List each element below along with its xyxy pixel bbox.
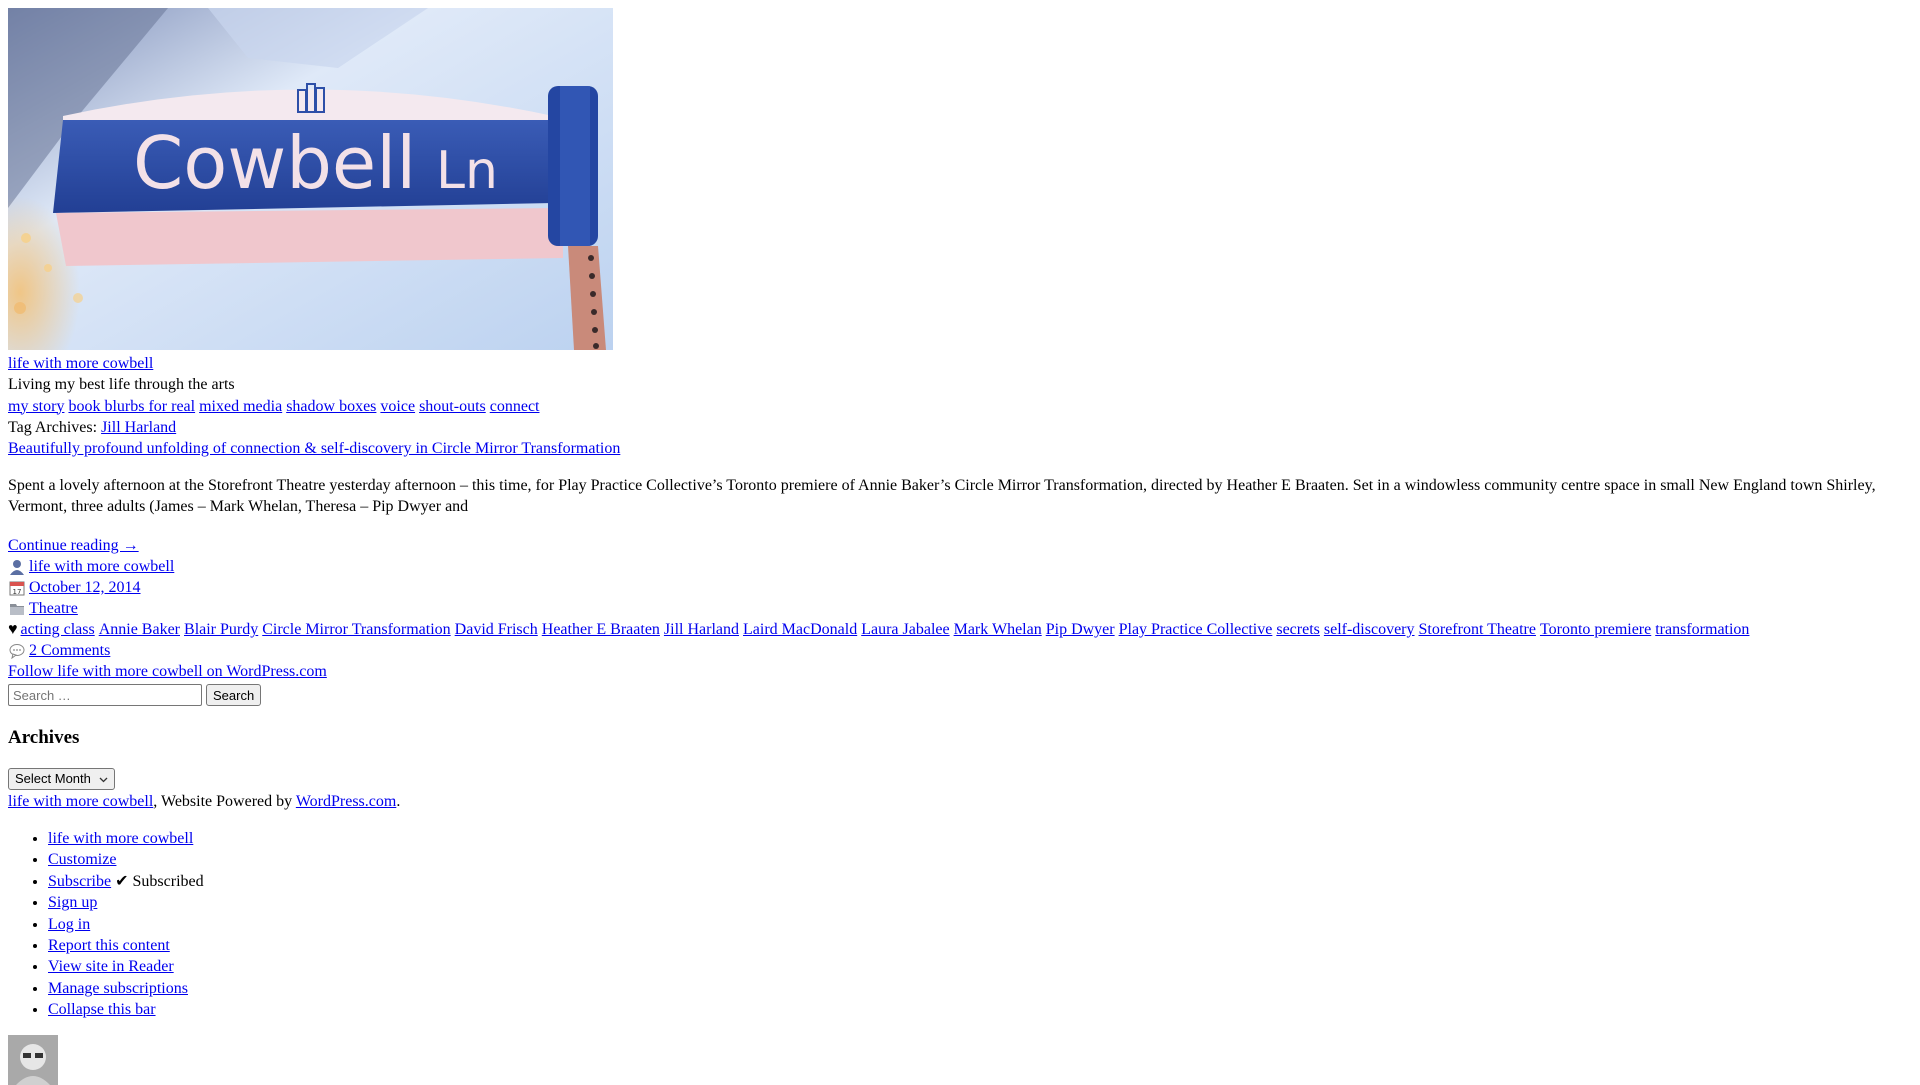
tag-link[interactable]: Heather E Braaten: [542, 621, 660, 638]
calendar-icon: 17: [8, 579, 26, 597]
archives-select[interactable]: Select Month: [8, 767, 115, 790]
speech-bubble-icon: [8, 642, 26, 660]
admin-bar-signup-link[interactable]: Sign up: [48, 894, 97, 911]
subscribed-label: ✔ Subscribed: [115, 872, 204, 890]
admin-bar-login-link[interactable]: Log in: [48, 916, 90, 933]
admin-bar-manage-link[interactable]: Manage subscriptions: [48, 980, 188, 997]
tag-link[interactable]: Annie Baker: [99, 621, 180, 638]
post-tags-row: ♥ acting class Annie Baker Blair Purdy Circ…: [8, 619, 1908, 640]
tag-link[interactable]: secrets: [1276, 621, 1320, 638]
archives-heading: Archives: [8, 727, 80, 749]
admin-bar-report-link[interactable]: Report this content: [48, 937, 170, 954]
nav-item-shadow-boxes[interactable]: shadow boxes: [286, 398, 376, 415]
admin-bar-site-link[interactable]: life with more cowbell: [48, 830, 193, 847]
post-date-link[interactable]: October 12, 2014: [29, 577, 141, 598]
admin-bar-item-site: life with more cowbell: [48, 828, 1908, 849]
archive-heading: Tag Archives: Jill Harland: [8, 417, 1908, 438]
nav-item-voice[interactable]: voice: [380, 398, 415, 415]
admin-bar-item-subscribe: Subscribe ✔ Subscribed: [48, 871, 1908, 892]
sign-text-main: Cowbell: [133, 121, 416, 205]
tag-link[interactable]: David Frisch: [455, 621, 538, 638]
archive-prefix: Tag Archives:: [8, 418, 98, 436]
post-author-link[interactable]: life with more cowbell: [29, 556, 174, 577]
archive-tag-link[interactable]: Jill Harland: [101, 419, 176, 436]
tag-link[interactable]: Jill Harland: [664, 621, 739, 638]
archives-select-value: Select Month: [15, 771, 91, 787]
header-image: Cowbell Ln: [8, 8, 613, 350]
admin-bar-collapse-link[interactable]: Collapse this bar: [48, 1001, 156, 1018]
tag-link[interactable]: Blair Purdy: [184, 621, 258, 638]
admin-bar-reader-link[interactable]: View site in Reader: [48, 958, 174, 975]
tag-link[interactable]: Pip Dwyer: [1046, 621, 1115, 638]
admin-bar-item-manage: Manage subscriptions: [48, 978, 1908, 999]
nav-item-book-blurbs[interactable]: book blurbs for real: [68, 398, 195, 415]
tag-link[interactable]: Toronto premiere: [1540, 621, 1651, 638]
post-comments-row: 2 Comments: [8, 640, 1908, 661]
continue-reading-link[interactable]: Continue reading →: [8, 537, 139, 554]
folder-icon: [8, 600, 26, 618]
header-image-link[interactable]: Cowbell Ln: [8, 8, 613, 350]
post-comments-link[interactable]: 2 Comments: [29, 640, 110, 661]
search-button[interactable]: Search: [206, 684, 262, 707]
post-category-link[interactable]: Theatre: [29, 598, 78, 619]
admin-bar-item-signup: Sign up: [48, 892, 1908, 913]
admin-bar-item-report: Report this content: [48, 935, 1908, 956]
footer-wordpress-link[interactable]: WordPress.com: [296, 793, 396, 810]
admin-bar-customize-link[interactable]: Customize: [48, 851, 116, 868]
nav-item-connect[interactable]: connect: [490, 398, 540, 415]
tag-list: acting class Annie Baker Blair Purdy Circle…: [21, 619, 1754, 640]
heart-icon: ♥: [8, 621, 18, 639]
nav-item-shout-outs[interactable]: shout-outs: [419, 398, 486, 415]
site-footer: life with more cowbell, Website Powered …: [8, 791, 1908, 812]
post-title-link[interactable]: Beautifully profound unfolding of connec…: [8, 440, 620, 457]
tag-link[interactable]: acting class: [21, 621, 95, 638]
main-nav: my story book blurbs for real mixed media s…: [8, 396, 1908, 417]
tag-link[interactable]: Laura Jabalee: [861, 621, 949, 638]
admin-bar-item-login: Log in: [48, 914, 1908, 935]
avatar[interactable]: [8, 1034, 58, 1085]
footer-end: .: [396, 792, 401, 810]
post-category-row: Theatre: [8, 598, 1908, 619]
search-input[interactable]: [8, 684, 202, 707]
nav-item-my-story[interactable]: my story: [8, 398, 64, 415]
post-author-row: life with more cowbell: [8, 556, 1908, 577]
footer-powered-text: , Website Powered by: [153, 792, 296, 810]
tag-link[interactable]: Laird MacDonald: [743, 621, 857, 638]
avatar-image: [8, 1034, 58, 1085]
tag-link[interactable]: self-discovery: [1324, 621, 1415, 638]
admin-bar-item-collapse: Collapse this bar: [48, 999, 1908, 1020]
tag-link[interactable]: transformation: [1655, 621, 1749, 638]
site-title-link[interactable]: life with more cowbell: [8, 355, 153, 372]
chevron-down-icon: [99, 770, 108, 787]
admin-bar-item-customize: Customize: [48, 849, 1908, 870]
nav-item-mixed-media[interactable]: mixed media: [199, 398, 282, 415]
sign-text-suffix: Ln: [436, 141, 498, 201]
site-tagline: Living my best life through the arts: [8, 376, 235, 394]
post-excerpt: Spent a lovely afternoon at the Storefro…: [8, 477, 1876, 516]
page: Cowbell Ln life with more cowbell Living…: [8, 8, 1908, 1085]
admin-bar-item-reader: View site in Reader: [48, 956, 1908, 977]
admin-bar-subscribe-link[interactable]: Subscribe: [48, 873, 111, 890]
footer-site-link[interactable]: life with more cowbell: [8, 793, 153, 810]
tag-link[interactable]: Storefront Theatre: [1419, 621, 1536, 638]
admin-bar-list: life with more cowbell Customize Subscri…: [8, 828, 1908, 1021]
svg-text:17: 17: [13, 588, 22, 596]
follow-link[interactable]: Follow life with more cowbell on WordPre…: [8, 663, 327, 680]
person-icon: [8, 558, 26, 576]
tag-link[interactable]: Mark Whelan: [954, 621, 1042, 638]
tag-link[interactable]: Play Practice Collective: [1119, 621, 1273, 638]
search-form: Search: [8, 683, 1908, 707]
post-date-row: 17 October 12, 2014: [8, 577, 1908, 598]
tag-link[interactable]: Circle Mirror Transformation: [262, 621, 450, 638]
